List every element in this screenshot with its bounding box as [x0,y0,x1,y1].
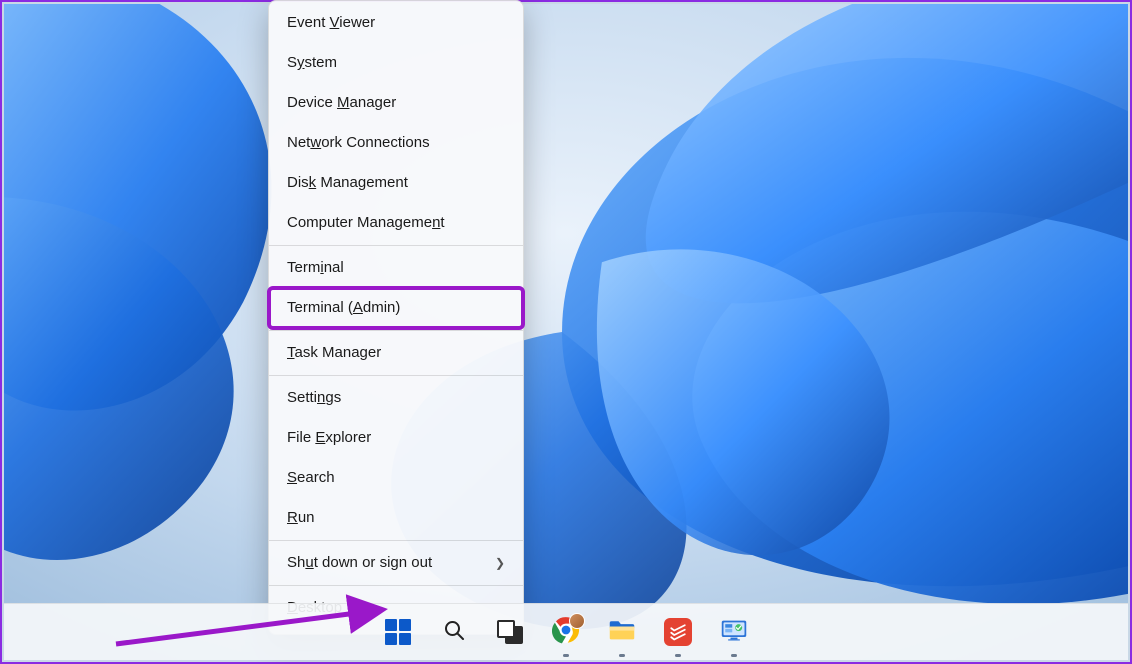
menu-item-file-explorer[interactable]: File Explorer [269,418,523,458]
menu-item-label: Event Viewer [287,13,375,33]
menu-item-shut-down-or-sign-out[interactable]: Shut down or sign out ❯ [269,543,523,583]
menu-item-task-manager[interactable]: Task Manager [269,333,523,373]
file-explorer-icon [608,618,636,647]
task-view-icon [497,620,523,644]
taskbar-task-view-button[interactable] [495,617,525,647]
menu-item-event-viewer[interactable]: Event Viewer [269,3,523,43]
menu-item-terminal-admin[interactable]: Terminal (Admin) [269,288,523,328]
menu-item-label: System [287,53,337,73]
menu-item-label: Task Manager [287,343,381,363]
taskbar [4,603,1128,660]
todoist-icon [664,618,692,646]
winx-context-menu[interactable]: Event Viewer System Device Manager Network … [268,0,524,635]
taskbar-todoist-button[interactable] [663,617,693,647]
taskbar-file-explorer-button[interactable] [607,617,637,647]
menu-separator [269,585,523,586]
menu-item-label: Disk Management [287,173,408,193]
menu-item-label: Terminal (Admin) [287,298,400,318]
windows-start-icon [385,619,411,645]
menu-separator [269,330,523,331]
menu-item-disk-management[interactable]: Disk Management [269,163,523,203]
menu-item-run[interactable]: Run [269,498,523,538]
desktop-wallpaper [4,4,1128,660]
taskbar-control-panel-button[interactable] [719,617,749,647]
menu-item-label: Search [287,468,335,488]
chrome-profile-avatar [569,613,585,629]
chevron-right-icon: ❯ [495,553,505,573]
menu-item-label: Terminal [287,258,344,278]
control-panel-icon [720,618,748,647]
taskbar-search-button[interactable] [439,617,469,647]
menu-item-label: Network Connections [287,133,430,153]
menu-item-label: Device Manager [287,93,396,113]
menu-item-network-connections[interactable]: Network Connections [269,123,523,163]
desktop-viewport: Event Viewer System Device Manager Network … [0,0,1132,664]
taskbar-chrome-button[interactable] [551,617,581,647]
taskbar-start-button[interactable] [383,617,413,647]
menu-item-search[interactable]: Search [269,458,523,498]
menu-item-label: Settings [287,388,341,408]
menu-separator [269,540,523,541]
menu-separator [269,375,523,376]
search-icon [442,618,466,647]
menu-item-terminal[interactable]: Terminal [269,248,523,288]
menu-item-system[interactable]: System [269,43,523,83]
chrome-icon [552,616,580,649]
menu-item-settings[interactable]: Settings [269,378,523,418]
menu-item-label: File Explorer [287,428,371,448]
menu-item-label: Computer Management [287,213,445,233]
menu-item-computer-management[interactable]: Computer Management [269,203,523,243]
menu-separator [269,245,523,246]
menu-item-device-manager[interactable]: Device Manager [269,83,523,123]
menu-item-label: Shut down or sign out [287,553,432,573]
menu-item-label: Run [287,508,315,528]
